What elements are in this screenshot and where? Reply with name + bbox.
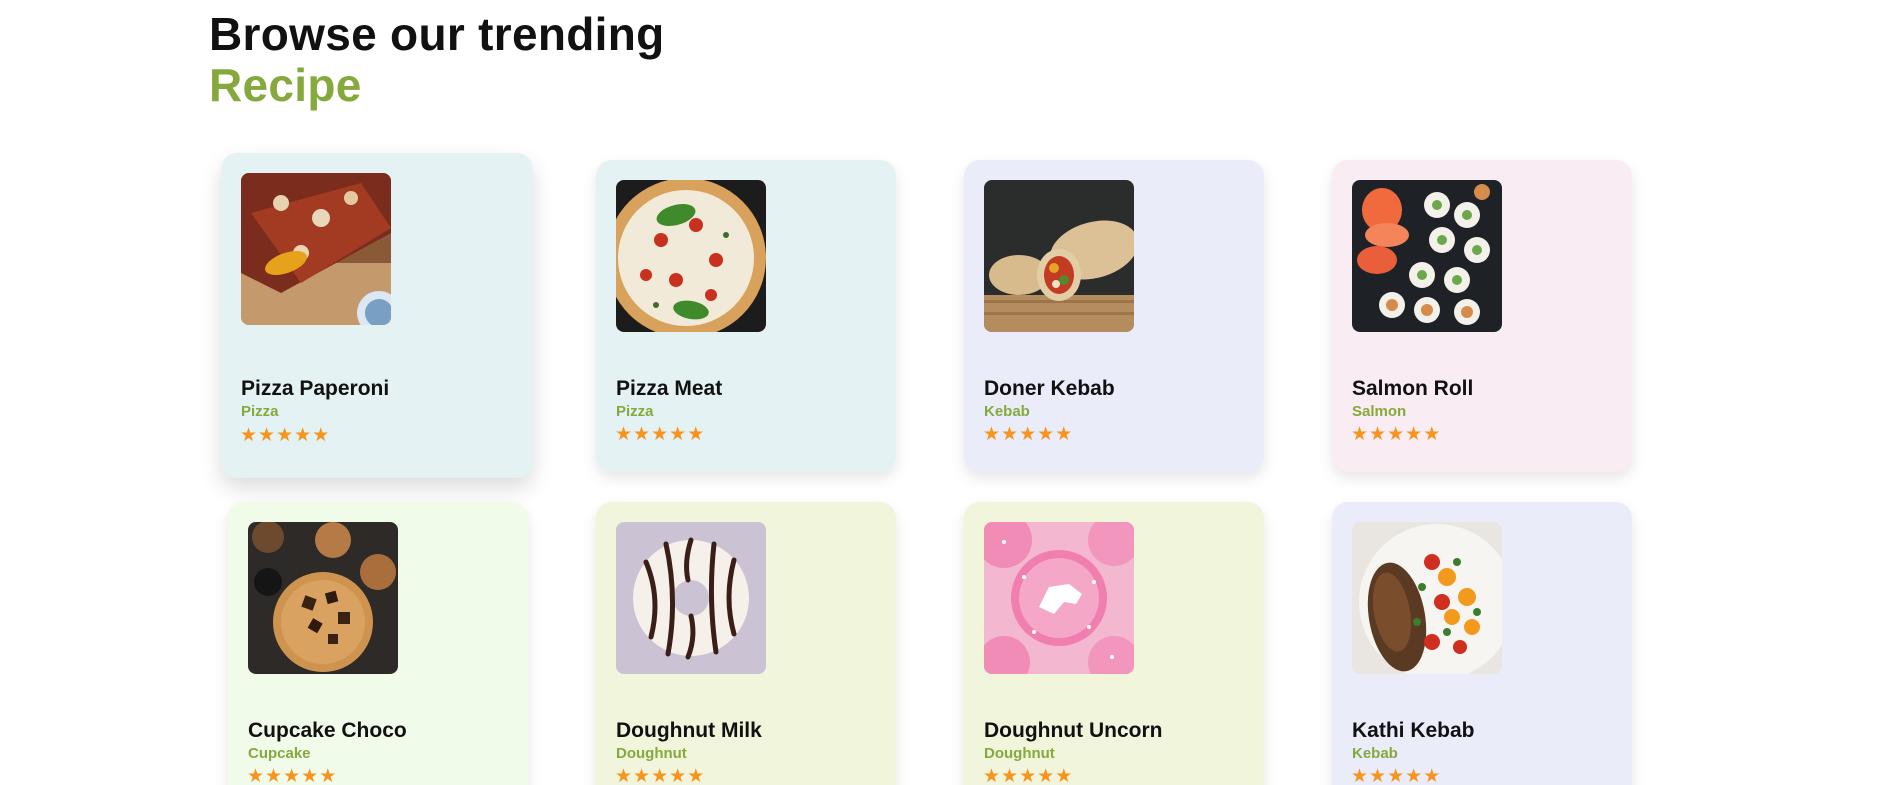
star-icon: ★ <box>1351 765 1369 785</box>
recipe-image <box>616 522 766 674</box>
star-icon: ★ <box>651 765 669 785</box>
rating-stars: ★ ★ ★ ★ ★ <box>615 766 704 785</box>
recipe-image <box>1352 180 1502 332</box>
kebab-plate-photo <box>1352 522 1502 674</box>
star-icon: ★ <box>1423 423 1441 445</box>
recipe-category: Doughnut <box>616 745 687 762</box>
pink-donut-photo <box>984 522 1134 674</box>
recipe-card[interactable]: Salmon Roll Salmon ★ ★ ★ ★ ★ <box>1332 160 1632 472</box>
recipe-card[interactable]: Doner Kebab Kebab ★ ★ ★ ★ ★ <box>964 160 1264 472</box>
recipe-title: Pizza Meat <box>616 377 723 400</box>
recipe-card[interactable]: Kathi Kebab Kebab ★ ★ ★ ★ ★ <box>1332 502 1632 785</box>
recipe-image <box>248 522 398 674</box>
recipe-category: Doughnut <box>984 745 1055 762</box>
rating-stars: ★ ★ ★ ★ ★ <box>615 424 704 444</box>
recipe-image <box>984 180 1134 332</box>
star-icon: ★ <box>283 765 301 785</box>
star-icon: ★ <box>258 424 276 446</box>
recipe-category: Kebab <box>1352 745 1398 762</box>
star-icon: ★ <box>983 765 1001 785</box>
recipe-title: Doner Kebab <box>984 377 1115 400</box>
pizza-whole-photo <box>616 180 766 332</box>
recipe-card[interactable]: Doughnut Milk Doughnut ★ ★ ★ ★ ★ <box>596 502 896 785</box>
recipe-card[interactable]: Cupcake Choco Cupcake ★ ★ ★ ★ ★ <box>228 502 528 785</box>
star-icon: ★ <box>312 424 330 446</box>
star-icon: ★ <box>1387 765 1405 785</box>
star-icon: ★ <box>1405 423 1423 445</box>
rating-stars: ★ ★ ★ ★ ★ <box>240 425 329 445</box>
recipe-category: Kebab <box>984 403 1030 420</box>
recipe-title: Doughnut Uncorn <box>984 719 1163 742</box>
rating-stars: ★ ★ ★ ★ ★ <box>983 424 1072 444</box>
star-icon: ★ <box>1423 765 1441 785</box>
recipe-title: Cupcake Choco <box>248 719 407 742</box>
star-icon: ★ <box>687 423 705 445</box>
recipe-card[interactable]: Pizza Paperoni Pizza ★ ★ ★ ★ ★ <box>221 153 533 478</box>
star-icon: ★ <box>651 423 669 445</box>
recipe-image <box>616 180 766 332</box>
star-icon: ★ <box>1055 423 1073 445</box>
rating-stars: ★ ★ ★ ★ ★ <box>247 766 336 785</box>
star-icon: ★ <box>247 765 265 785</box>
star-icon: ★ <box>1405 765 1423 785</box>
star-icon: ★ <box>1351 423 1369 445</box>
star-icon: ★ <box>1001 423 1019 445</box>
star-icon: ★ <box>633 423 651 445</box>
star-icon: ★ <box>240 424 258 446</box>
star-icon: ★ <box>1037 765 1055 785</box>
star-icon: ★ <box>669 423 687 445</box>
sushi-photo <box>1352 180 1502 332</box>
rating-stars: ★ ★ ★ ★ ★ <box>1351 766 1440 785</box>
recipe-card[interactable]: Doughnut Uncorn Doughnut ★ ★ ★ ★ ★ <box>964 502 1264 785</box>
star-icon: ★ <box>294 424 312 446</box>
star-icon: ★ <box>301 765 319 785</box>
heading-line-1: Browse our trending <box>209 8 665 60</box>
star-icon: ★ <box>1001 765 1019 785</box>
star-icon: ★ <box>265 765 283 785</box>
heading-line-2: Recipe <box>209 59 362 111</box>
recipe-category: Cupcake <box>248 745 311 762</box>
recipe-card[interactable]: Pizza Meat Pizza ★ ★ ★ ★ ★ <box>596 160 896 472</box>
recipe-title: Salmon Roll <box>1352 377 1474 400</box>
rating-stars: ★ ★ ★ ★ ★ <box>983 766 1072 785</box>
star-icon: ★ <box>615 423 633 445</box>
recipe-image <box>241 173 391 325</box>
recipe-image <box>1352 522 1502 674</box>
rating-stars: ★ ★ ★ ★ ★ <box>1351 424 1440 444</box>
star-icon: ★ <box>319 765 337 785</box>
star-icon: ★ <box>1387 423 1405 445</box>
star-icon: ★ <box>1055 765 1073 785</box>
star-icon: ★ <box>615 765 633 785</box>
section-heading: Browse our trending Recipe <box>209 8 665 110</box>
wrap-photo <box>984 180 1134 332</box>
recipe-title: Pizza Paperoni <box>241 377 390 400</box>
pizza-slices-photo <box>241 173 391 325</box>
star-icon: ★ <box>1037 423 1055 445</box>
star-icon: ★ <box>983 423 1001 445</box>
star-icon: ★ <box>669 765 687 785</box>
recipe-category: Pizza <box>241 403 279 420</box>
recipe-image <box>984 522 1134 674</box>
star-icon: ★ <box>1019 423 1037 445</box>
recipe-category: Salmon <box>1352 403 1407 420</box>
star-icon: ★ <box>1369 423 1387 445</box>
star-icon: ★ <box>633 765 651 785</box>
cookie-photo <box>248 522 398 674</box>
page: Browse our trending Recipe Pizza Paperon… <box>0 0 1877 785</box>
star-icon: ★ <box>1019 765 1037 785</box>
star-icon: ★ <box>1369 765 1387 785</box>
striped-donut-photo <box>616 522 766 674</box>
recipe-title: Kathi Kebab <box>1352 719 1475 742</box>
star-icon: ★ <box>276 424 294 446</box>
recipe-category: Pizza <box>616 403 654 420</box>
recipe-title: Doughnut Milk <box>616 719 762 742</box>
star-icon: ★ <box>687 765 705 785</box>
